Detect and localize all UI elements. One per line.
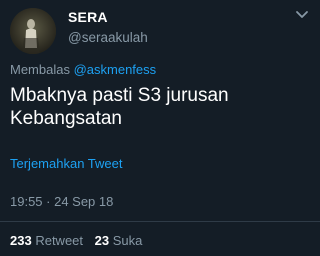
like-label: Suka: [112, 233, 143, 248]
user-handle[interactable]: @seraakulah: [68, 30, 148, 45]
retweet-label: Retweet: [35, 233, 84, 248]
tweet-timestamp[interactable]: 19:55 · 24 Sep 18: [10, 194, 113, 209]
tweet-text: Mbaknya pasti S3 jurusan Kebangsatan: [10, 85, 229, 129]
like-stat[interactable]: 23 Suka: [95, 233, 143, 248]
avatar[interactable]: [10, 8, 56, 54]
translate-tweet-link[interactable]: Terjemahkan Tweet: [10, 156, 123, 171]
user-display-name[interactable]: SERA: [68, 9, 108, 25]
reply-context: Membalas @askmenfess: [10, 62, 156, 77]
chevron-down-icon[interactable]: [294, 8, 310, 22]
retweet-count: 233: [10, 233, 32, 248]
tweet-detail: SERA @seraakulah Membalas @askmenfess Mb…: [0, 0, 320, 256]
divider: [0, 221, 320, 222]
reply-mention-link[interactable]: @askmenfess: [74, 62, 157, 77]
reply-prefix: Membalas: [10, 62, 70, 77]
like-count: 23: [94, 233, 110, 248]
retweet-stat[interactable]: 233 Retweet: [10, 233, 87, 248]
tweet-stats: 233 Retweet 23 Suka: [10, 233, 150, 248]
